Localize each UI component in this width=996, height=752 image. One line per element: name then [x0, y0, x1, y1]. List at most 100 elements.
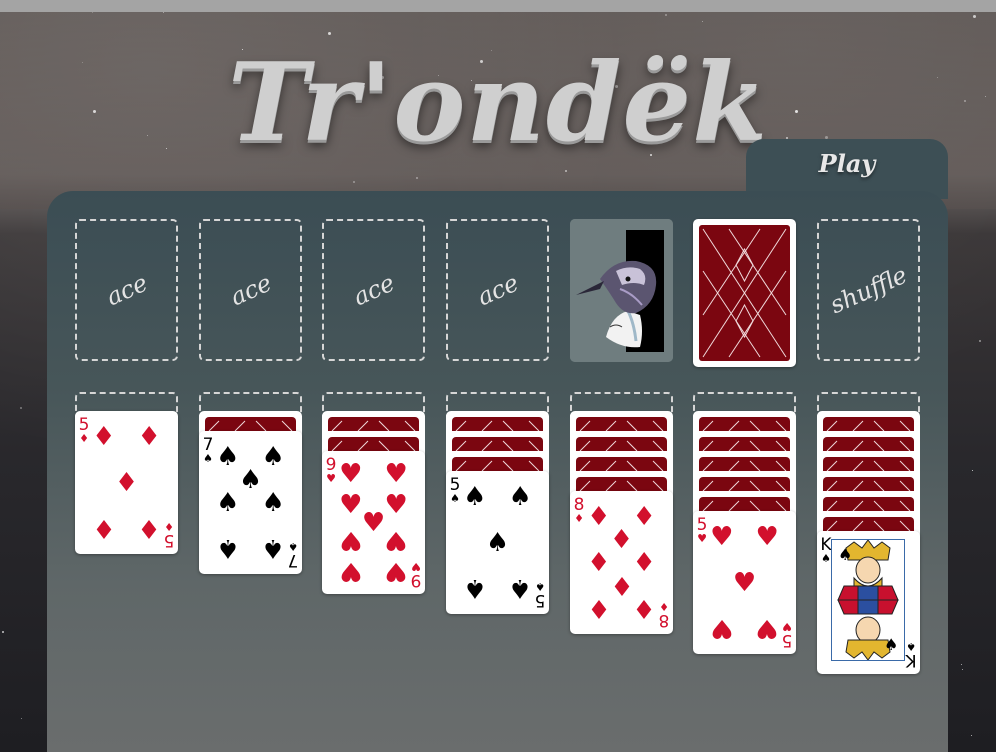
card-index-br: K ♠ [905, 640, 917, 670]
suit-pip-icon: ♠ [216, 487, 240, 518]
suit-pip-icon: ♥ [755, 613, 779, 644]
card-k-of-spades[interactable]: K ♠ K ♠ ♠ ♠ [817, 531, 920, 674]
suit-pip-icon: ♥ [384, 556, 408, 587]
play-button-label: Play [818, 149, 876, 178]
suit-pip-icon: ♦ [632, 593, 656, 624]
suit-pip-icon: ♠ [261, 533, 285, 564]
star [2, 631, 4, 633]
suit-pip-icon: ♠ [508, 481, 532, 512]
foundation-label: ace [472, 268, 523, 312]
star [353, 181, 355, 183]
suit-pip-icon: ♦ [632, 501, 656, 532]
card-5-of-diamonds[interactable]: 5 ♦ 5 ♦ ♦ ♦ ♦ ♦ ♦ [75, 411, 178, 554]
card-back-pattern [699, 457, 790, 471]
suit-pip-icon: ♠ [261, 441, 285, 472]
star [962, 669, 963, 670]
card-back-pattern [699, 477, 790, 491]
card-back-pattern [576, 437, 667, 451]
card-index-br: 8 ♦ [658, 600, 670, 630]
card-back-pattern [576, 417, 667, 431]
card-back-pattern [699, 437, 790, 451]
crow-artwork-card[interactable] [570, 219, 673, 362]
star [979, 340, 981, 342]
foundation-slot-2[interactable]: ace [199, 219, 302, 361]
card-9-of-hearts[interactable]: 9 ♥ 9 ♥ ♥ ♥ ♥ ♥ ♥ ♥ ♥ ♥ ♥ [322, 451, 425, 594]
star [163, 12, 164, 13]
suit-pip-icon: ♥ [339, 458, 363, 489]
foundation-slot-3[interactable]: ace [322, 219, 425, 361]
play-button[interactable]: Play [746, 139, 948, 199]
suit-pip-icon: ♦ [92, 421, 116, 452]
suit-pip-icon: ♠ [508, 573, 532, 604]
suit-pip-icon: ♠ [216, 533, 240, 564]
suit-pip-icon: ♦ [92, 513, 116, 544]
card-back-pattern [699, 417, 790, 431]
game-board: ace ace ace ace shuffle 5 ♦ 5 ♦ ♦ ♦ ♦ ♦ … [47, 191, 948, 752]
foundation-slot-1[interactable]: ace [75, 219, 178, 361]
card-index-tl: 5 ♠ [449, 475, 461, 505]
star [961, 664, 962, 665]
star [92, 12, 93, 13]
star [565, 170, 567, 172]
card-back-pattern [823, 497, 914, 511]
card-index-br: 5 ♦ [163, 520, 175, 550]
star [972, 470, 973, 471]
king-portrait-icon: ♠ ♠ [831, 539, 905, 661]
shuffle-slot[interactable]: shuffle [817, 219, 920, 361]
star [702, 21, 703, 22]
card-back-pattern [823, 417, 914, 431]
card-8-of-diamonds[interactable]: 8 ♦ 8 ♦ ♦ ♦ ♦ ♦ ♦ ♦ ♦ ♦ [570, 491, 673, 634]
suit-pip-icon: ♦ [137, 513, 161, 544]
card-back-pattern [823, 477, 914, 491]
crow-icon [570, 219, 673, 362]
stock-deck[interactable] [693, 219, 796, 367]
card-index-tl: 9 ♥ [325, 455, 337, 485]
suit-pip-icon: ♦ [587, 547, 611, 578]
card-index-br: 5 ♠ [534, 580, 546, 610]
star [971, 735, 972, 736]
card-back-pattern [823, 437, 914, 451]
suit-pip-icon: ♥ [710, 613, 734, 644]
suit-pip-icon: ♠ [463, 481, 487, 512]
card-back-pattern [452, 457, 543, 471]
card-back-pattern [699, 225, 790, 361]
svg-text:♠: ♠ [838, 545, 852, 564]
suit-pip-icon: ♥ [384, 458, 408, 489]
svg-text:♠: ♠ [884, 635, 898, 654]
suit-pip-icon: ♦ [137, 421, 161, 452]
suit-pip-icon: ♥ [384, 490, 408, 521]
card-back-pattern [205, 417, 296, 431]
star [21, 718, 22, 719]
card-back-pattern [452, 417, 543, 431]
star [665, 14, 667, 16]
suit-pip-icon: ♠ [485, 527, 510, 558]
suit-pip-icon: ♦ [632, 547, 656, 578]
suit-pip-icon: ♥ [339, 556, 363, 587]
star [973, 15, 976, 18]
card-5-of-hearts[interactable]: 5 ♥ 5 ♥ ♥ ♥ ♥ ♥ ♥ [693, 511, 796, 654]
card-back-pattern [328, 417, 419, 431]
card-index-tl: 5 ♥ [696, 515, 708, 545]
card-5-of-spades[interactable]: 5 ♠ 5 ♠ ♠ ♠ ♠ ♠ ♠ [446, 471, 549, 614]
suit-pip-icon: ♠ [463, 573, 487, 604]
card-index-tl: 5 ♦ [78, 415, 90, 445]
card-back-pattern [823, 457, 914, 471]
star [416, 177, 418, 179]
suit-pip-icon: ♦ [587, 593, 611, 624]
card-back-pattern [452, 437, 543, 451]
card-index-tl: 7 ♠ [202, 435, 214, 465]
foundation-label: ace [225, 268, 276, 312]
card-back-pattern [576, 457, 667, 471]
foundation-slot-4[interactable]: ace [446, 219, 549, 361]
card-index-br: 5 ♥ [781, 620, 793, 650]
foundation-label: ace [348, 268, 399, 312]
card-back-pattern [699, 497, 790, 511]
card-back-pattern [576, 477, 667, 491]
suit-pip-icon: ♥ [755, 521, 779, 552]
card-index-tl: 8 ♦ [573, 495, 585, 525]
card-index-br: 9 ♥ [410, 560, 422, 590]
card-back-pattern [328, 437, 419, 451]
card-7-of-spades[interactable]: 7 ♠ 7 ♠ ♠ ♠ ♠ ♠ ♠ ♠ ♠ [199, 431, 302, 574]
star [20, 407, 22, 409]
suit-pip-icon: ♦ [114, 467, 139, 498]
